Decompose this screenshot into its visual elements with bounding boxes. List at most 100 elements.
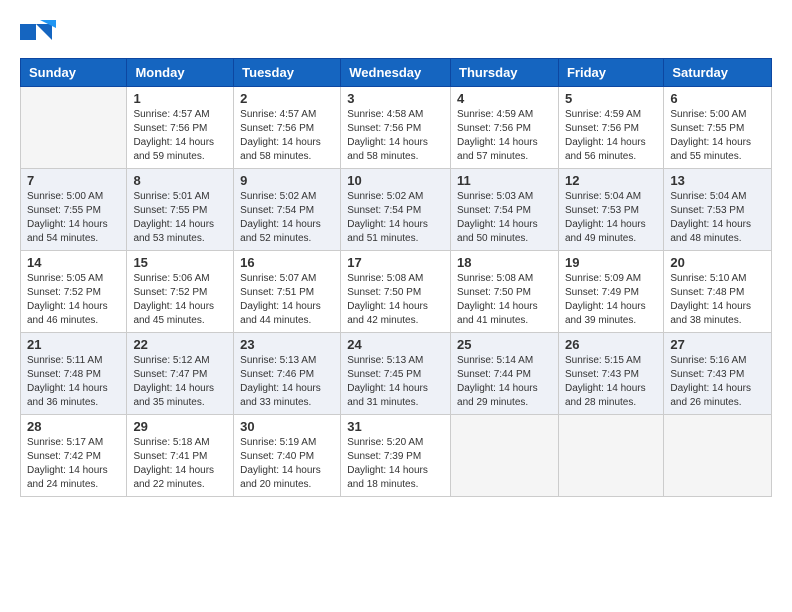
calendar-week-row: 1 Sunrise: 4:57 AM Sunset: 7:56 PM Daylig…: [21, 87, 772, 169]
calendar-week-row: 28 Sunrise: 5:17 AM Sunset: 7:42 PM Dayli…: [21, 415, 772, 497]
day-info: Sunrise: 5:04 AM Sunset: 7:53 PM Dayligh…: [565, 190, 657, 246]
calendar-cell: 4Sunrise: 4:59 AM Sunset: 7:56 PM Daylig…: [451, 87, 559, 169]
calendar-cell: 18 Sunrise: 5:08 AM Sunset: 7:50 PM Dayli…: [451, 251, 559, 333]
day-info: Sunrise: 5:06 AM Sunset: 7:52 PM Dayligh…: [133, 272, 227, 328]
day-number: 19: [565, 255, 657, 270]
day-number: 18: [457, 255, 552, 270]
day-info: Sunrise: 4:58 AM Sunset: 7:56 PM Dayligh…: [347, 108, 444, 164]
day-info: Sunrise: 5:15 AM Sunset: 7:43 PM Dayligh…: [565, 354, 657, 410]
calendar-cell: 14 Sunrise: 5:05 AM Sunset: 7:52 PM Dayli…: [21, 251, 127, 333]
day-info: Sunrise: 5:00 AM Sunset: 7:55 PM Dayligh…: [27, 190, 120, 246]
column-header-thursday: Thursday: [451, 59, 559, 87]
calendar-cell: [558, 415, 663, 497]
day-number: 9: [240, 173, 334, 188]
calendar-cell: 28 Sunrise: 5:17 AM Sunset: 7:42 PM Dayli…: [21, 415, 127, 497]
calendar-cell: [664, 415, 772, 497]
calendar-cell: 9 Sunrise: 5:02 AM Sunset: 7:54 PM Daylig…: [234, 169, 341, 251]
calendar-table: SundayMondayTuesdayWednesdayThursdayFrid…: [20, 58, 772, 497]
day-number: 5: [565, 91, 657, 106]
calendar-cell: 29 Sunrise: 5:18 AM Sunset: 7:41 PM Dayli…: [127, 415, 234, 497]
day-number: 31: [347, 419, 444, 434]
day-info: Sunrise: 5:03 AM Sunset: 7:54 PM Dayligh…: [457, 190, 552, 246]
day-number: 1: [133, 91, 227, 106]
day-info: Sunrise: 5:08 AM Sunset: 7:50 PM Dayligh…: [457, 272, 552, 328]
day-number: 22: [133, 337, 227, 352]
day-info: Sunrise: 5:02 AM Sunset: 7:54 PM Dayligh…: [347, 190, 444, 246]
calendar-cell: 22 Sunrise: 5:12 AM Sunset: 7:47 PM Dayli…: [127, 333, 234, 415]
day-number: 14: [27, 255, 120, 270]
logo-icon: [20, 20, 56, 48]
calendar-cell: 6Sunrise: 5:00 AM Sunset: 7:55 PM Daylig…: [664, 87, 772, 169]
calendar-header-row: SundayMondayTuesdayWednesdayThursdayFrid…: [21, 59, 772, 87]
column-header-monday: Monday: [127, 59, 234, 87]
calendar-cell: 21Sunrise: 5:11 AM Sunset: 7:48 PM Dayli…: [21, 333, 127, 415]
calendar-cell: 11 Sunrise: 5:03 AM Sunset: 7:54 PM Dayli…: [451, 169, 559, 251]
day-info: Sunrise: 5:17 AM Sunset: 7:42 PM Dayligh…: [27, 436, 120, 492]
day-number: 7: [27, 173, 120, 188]
day-number: 10: [347, 173, 444, 188]
day-number: 25: [457, 337, 552, 352]
day-number: 30: [240, 419, 334, 434]
day-number: 26: [565, 337, 657, 352]
logo: [20, 20, 60, 48]
calendar-cell: 17 Sunrise: 5:08 AM Sunset: 7:50 PM Dayli…: [341, 251, 451, 333]
day-number: 15: [133, 255, 227, 270]
day-info: Sunrise: 4:59 AM Sunset: 7:56 PM Dayligh…: [565, 108, 657, 164]
day-number: 29: [133, 419, 227, 434]
day-info: Sunrise: 5:07 AM Sunset: 7:51 PM Dayligh…: [240, 272, 334, 328]
day-number: 23: [240, 337, 334, 352]
calendar-cell: 10 Sunrise: 5:02 AM Sunset: 7:54 PM Dayli…: [341, 169, 451, 251]
calendar-cell: 5 Sunrise: 4:59 AM Sunset: 7:56 PM Daylig…: [558, 87, 663, 169]
column-header-sunday: Sunday: [21, 59, 127, 87]
calendar-cell: 16 Sunrise: 5:07 AM Sunset: 7:51 PM Dayli…: [234, 251, 341, 333]
calendar-cell: 24 Sunrise: 5:13 AM Sunset: 7:45 PM Dayli…: [341, 333, 451, 415]
day-number: 28: [27, 419, 120, 434]
calendar-cell: 7 Sunrise: 5:00 AM Sunset: 7:55 PM Daylig…: [21, 169, 127, 251]
column-header-saturday: Saturday: [664, 59, 772, 87]
calendar-cell: 12 Sunrise: 5:04 AM Sunset: 7:53 PM Dayli…: [558, 169, 663, 251]
day-info: Sunrise: 5:01 AM Sunset: 7:55 PM Dayligh…: [133, 190, 227, 246]
day-info: Sunrise: 5:18 AM Sunset: 7:41 PM Dayligh…: [133, 436, 227, 492]
calendar-cell: 1 Sunrise: 4:57 AM Sunset: 7:56 PM Daylig…: [127, 87, 234, 169]
calendar-cell: 30 Sunrise: 5:19 AM Sunset: 7:40 PM Dayli…: [234, 415, 341, 497]
day-number: 11: [457, 173, 552, 188]
day-info: Sunrise: 5:20 AM Sunset: 7:39 PM Dayligh…: [347, 436, 444, 492]
calendar-cell: 15 Sunrise: 5:06 AM Sunset: 7:52 PM Dayli…: [127, 251, 234, 333]
day-info: Sunrise: 5:10 AM Sunset: 7:48 PM Dayligh…: [670, 272, 765, 328]
day-info: Sunrise: 5:13 AM Sunset: 7:45 PM Dayligh…: [347, 354, 444, 410]
day-number: 27: [670, 337, 765, 352]
day-info: Sunrise: 5:19 AM Sunset: 7:40 PM Dayligh…: [240, 436, 334, 492]
day-number: 4: [457, 91, 552, 106]
day-info: Sunrise: 5:12 AM Sunset: 7:47 PM Dayligh…: [133, 354, 227, 410]
column-header-wednesday: Wednesday: [341, 59, 451, 87]
calendar-cell: 25 Sunrise: 5:14 AM Sunset: 7:44 PM Dayli…: [451, 333, 559, 415]
day-number: 3: [347, 91, 444, 106]
day-number: 17: [347, 255, 444, 270]
calendar-week-row: 14 Sunrise: 5:05 AM Sunset: 7:52 PM Dayli…: [21, 251, 772, 333]
day-number: 12: [565, 173, 657, 188]
day-number: 24: [347, 337, 444, 352]
day-number: 8: [133, 173, 227, 188]
day-info: Sunrise: 4:57 AM Sunset: 7:56 PM Dayligh…: [240, 108, 334, 164]
day-info: Sunrise: 5:00 AM Sunset: 7:55 PM Dayligh…: [670, 108, 765, 164]
day-info: Sunrise: 5:04 AM Sunset: 7:53 PM Dayligh…: [670, 190, 765, 246]
day-number: 2: [240, 91, 334, 106]
calendar-cell: 3 Sunrise: 4:58 AM Sunset: 7:56 PM Daylig…: [341, 87, 451, 169]
day-info: Sunrise: 5:05 AM Sunset: 7:52 PM Dayligh…: [27, 272, 120, 328]
day-info: Sunrise: 5:02 AM Sunset: 7:54 PM Dayligh…: [240, 190, 334, 246]
column-header-friday: Friday: [558, 59, 663, 87]
day-info: Sunrise: 5:14 AM Sunset: 7:44 PM Dayligh…: [457, 354, 552, 410]
calendar-week-row: 21Sunrise: 5:11 AM Sunset: 7:48 PM Dayli…: [21, 333, 772, 415]
day-info: Sunrise: 5:13 AM Sunset: 7:46 PM Dayligh…: [240, 354, 334, 410]
day-number: 20: [670, 255, 765, 270]
calendar-cell: 19 Sunrise: 5:09 AM Sunset: 7:49 PM Dayli…: [558, 251, 663, 333]
day-info: Sunrise: 5:16 AM Sunset: 7:43 PM Dayligh…: [670, 354, 765, 410]
calendar-cell: [451, 415, 559, 497]
calendar-cell: 31 Sunrise: 5:20 AM Sunset: 7:39 PM Dayli…: [341, 415, 451, 497]
day-info: Sunrise: 4:57 AM Sunset: 7:56 PM Dayligh…: [133, 108, 227, 164]
day-info: Sunrise: 5:08 AM Sunset: 7:50 PM Dayligh…: [347, 272, 444, 328]
calendar-cell: 23 Sunrise: 5:13 AM Sunset: 7:46 PM Dayli…: [234, 333, 341, 415]
calendar-cell: [21, 87, 127, 169]
day-info: Sunrise: 5:09 AM Sunset: 7:49 PM Dayligh…: [565, 272, 657, 328]
day-number: 16: [240, 255, 334, 270]
